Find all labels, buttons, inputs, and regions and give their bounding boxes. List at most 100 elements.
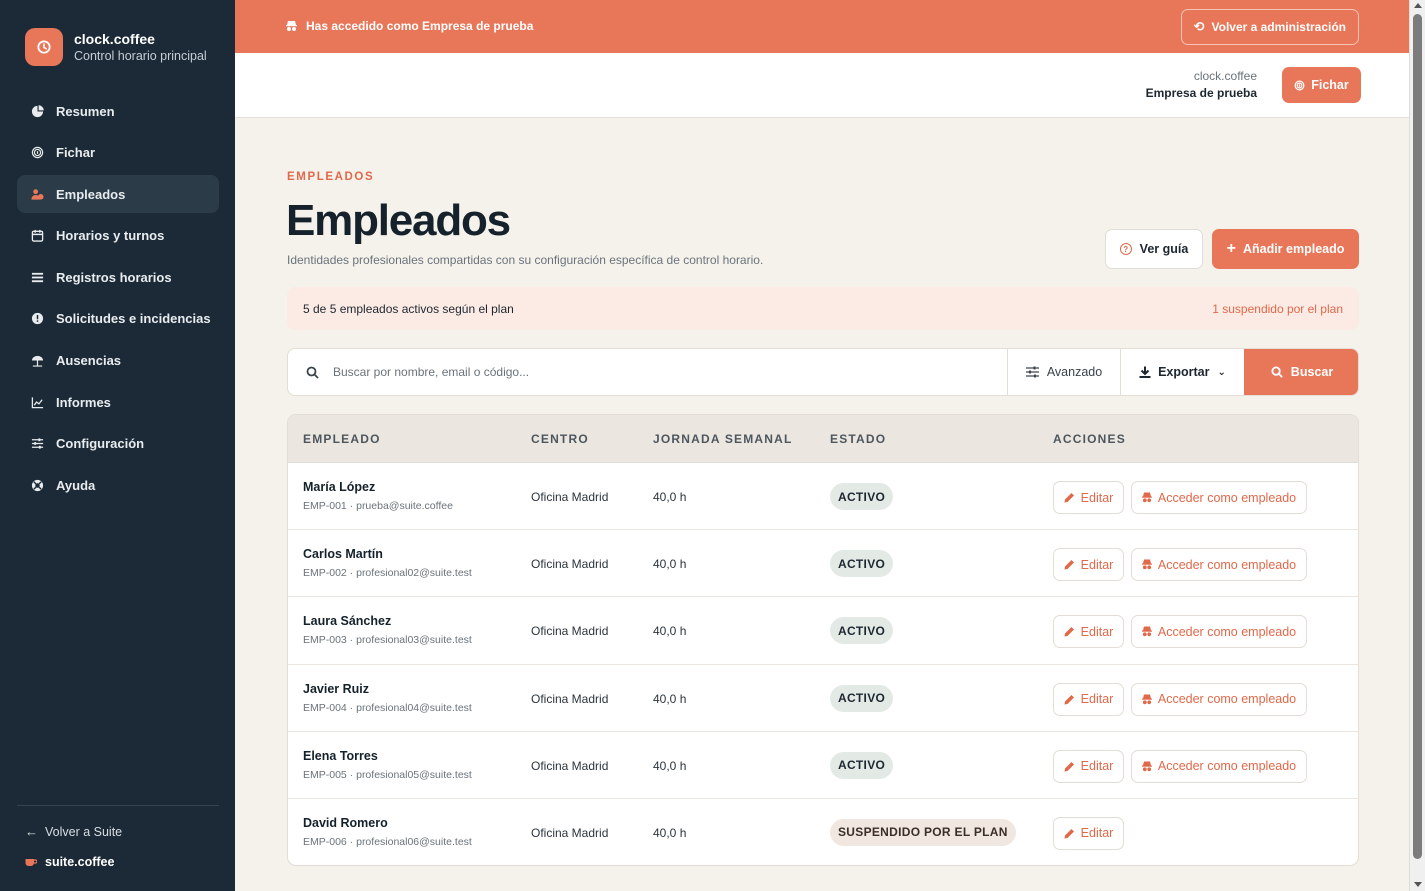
top-header: clock.coffee Empresa de prueba Fichar	[235, 53, 1409, 118]
chevron-down-icon: ⌄	[1217, 366, 1226, 378]
edit-button[interactable]: Editar	[1053, 481, 1124, 514]
suite-brand[interactable]: suite.coffee	[25, 855, 114, 869]
arrow-left-icon: ←	[25, 824, 38, 839]
add-employee-button[interactable]: + Añadir empleado	[1212, 229, 1359, 269]
sidebar-item-label: Configuración	[56, 436, 145, 452]
access-as-employee-button[interactable]: Acceder como empleado	[1131, 548, 1307, 582]
sidebar-item-ausencias[interactable]: Ausencias	[17, 342, 219, 380]
sidebar-nav: Resumen Fichar Empleados Horarios y turn…	[17, 92, 219, 508]
access-as-employee-button[interactable]: Acceder como empleado	[1131, 749, 1307, 783]
back-to-suite-link[interactable]: ← Volver a Suite	[25, 824, 122, 839]
status-badge: SUSPENDIDO POR EL PLAN	[830, 818, 1016, 846]
edit-label: Editar	[1080, 624, 1114, 639]
org-name: Empresa de prueba	[1145, 86, 1257, 100]
sidebar-item-empleados[interactable]: Empleados	[17, 175, 219, 214]
back-to-admin-label: Volver a administración	[1211, 20, 1347, 34]
employee-name[interactable]: Laura Sánchez	[303, 614, 391, 628]
brand[interactable]: clock.coffee Control horario principal	[25, 28, 207, 66]
advanced-filter-button[interactable]: Avanzado	[1007, 349, 1120, 395]
edit-label: Editar	[1080, 759, 1114, 774]
edit-button[interactable]: Editar	[1053, 682, 1124, 716]
download-icon	[1139, 366, 1151, 378]
edit-label: Editar	[1080, 826, 1114, 841]
table-row: María López EMP-001 · prueba@suite.coffee…	[288, 463, 1358, 531]
clock-logo-icon	[25, 28, 63, 66]
export-dropdown[interactable]: Exportar ⌄	[1120, 349, 1244, 395]
undo-icon: ⟲	[1193, 19, 1205, 34]
employee-weekly-hours: 40,0 h	[653, 557, 687, 572]
sidebar-item-label: Ausencias	[56, 353, 122, 369]
org-switcher[interactable]: clock.coffee Empresa de prueba	[1146, 69, 1257, 102]
edit-button[interactable]: Editar	[1053, 816, 1124, 850]
employee-center: Oficina Madrid	[531, 490, 609, 504]
umbrella-icon	[30, 353, 45, 368]
banner-text: Has accedido como Empresa de prueba	[306, 19, 534, 33]
employee-weekly-hours: 40,0 h	[653, 691, 687, 706]
view-guide-button[interactable]: ? Ver guía	[1105, 229, 1203, 269]
employee-name[interactable]: David Romero	[303, 816, 388, 830]
incognito-icon	[1141, 492, 1152, 503]
access-as-employee-button[interactable]: Acceder como empleado	[1131, 682, 1307, 716]
sidebar-divider	[17, 805, 219, 806]
plan-suspended-link[interactable]: 1 suspendido por el plan	[1212, 302, 1343, 316]
back-to-admin-button[interactable]: ⟲ Volver a administración	[1180, 9, 1359, 45]
access-as-employee-label: Acceder como empleado	[1157, 490, 1297, 505]
sidebar: clock.coffee Control horario principal R…	[0, 0, 235, 891]
sidebar-item-resumen[interactable]: Resumen	[17, 92, 219, 130]
pie-chart-icon	[30, 104, 45, 119]
incognito-icon	[286, 21, 297, 31]
employee-name[interactable]: Javier Ruiz	[303, 682, 369, 696]
access-as-employee-label: Acceder como empleado	[1157, 759, 1297, 774]
sidebar-item-informes[interactable]: Informes	[17, 383, 219, 421]
edit-button[interactable]: Editar	[1053, 548, 1124, 582]
sidebar-item-label: Ayuda	[56, 477, 96, 493]
search-icon	[306, 366, 319, 379]
sidebar-item-configuracion[interactable]: Configuración	[17, 425, 219, 463]
suite-brand-label: suite.coffee	[45, 855, 115, 869]
list-icon	[30, 270, 45, 285]
pencil-icon	[1064, 761, 1074, 772]
scroll-up-arrow-icon[interactable]	[1414, 3, 1422, 8]
edit-label: Editar	[1080, 692, 1114, 707]
table-row: Carlos Martín EMP-002 · profesional02@sui…	[288, 530, 1358, 598]
employee-name[interactable]: Elena Torres	[303, 749, 378, 763]
column-header-status: ESTADO	[830, 432, 887, 446]
help-icon: ?	[1119, 243, 1132, 255]
sidebar-item-label: Fichar	[56, 145, 96, 161]
employee-center: Oficina Madrid	[531, 624, 609, 639]
fichar-button[interactable]: Fichar	[1282, 67, 1361, 103]
employee-center: Oficina Madrid	[531, 557, 609, 572]
sidebar-item-horarios[interactable]: Horarios y turnos	[17, 217, 219, 255]
sidebar-item-fichar[interactable]: Fichar	[17, 134, 219, 172]
page-scrollbar[interactable]	[1409, 0, 1425, 891]
employee-name[interactable]: María López	[303, 480, 375, 494]
column-header-weekly-hours: JORNADA SEMANAL	[653, 432, 793, 446]
status-badge: ACTIVO	[830, 550, 894, 578]
access-as-employee-button[interactable]: Acceder como empleado	[1131, 615, 1307, 649]
incognito-icon	[1141, 761, 1152, 771]
sidebar-item-ayuda[interactable]: Ayuda	[17, 466, 219, 504]
edit-label: Editar	[1080, 490, 1114, 505]
scroll-down-arrow-icon[interactable]	[1414, 882, 1422, 887]
sidebar-item-registros[interactable]: Registros horarios	[17, 258, 219, 296]
fichar-label: Fichar	[1311, 78, 1349, 92]
sidebar-item-solicitudes[interactable]: Solicitudes e incidencias	[17, 300, 219, 338]
chart-icon	[30, 395, 45, 410]
table-row: Elena Torres EMP-005 · profesional05@suit…	[288, 732, 1358, 799]
search-icon	[1271, 366, 1283, 378]
brand-name: clock.coffee	[74, 30, 155, 47]
employee-weekly-hours: 40,0 h	[653, 624, 687, 639]
employee-name[interactable]: Carlos Martín	[303, 547, 383, 561]
scroll-thumb[interactable]	[1413, 14, 1422, 859]
edit-button[interactable]: Editar	[1053, 615, 1124, 649]
edit-button[interactable]: Editar	[1053, 749, 1124, 783]
access-as-employee-button[interactable]: Acceder como empleado	[1131, 481, 1307, 514]
search-input[interactable]	[333, 349, 1003, 395]
employee-code-email: EMP-005 · profesional05@suite.test	[303, 768, 472, 781]
column-header-employee: EMPLEADO	[303, 432, 381, 446]
employee-code-email: EMP-001 · prueba@suite.coffee	[303, 500, 453, 512]
employee-center: Oficina Madrid	[531, 825, 609, 840]
search-button[interactable]: Buscar	[1244, 349, 1358, 395]
access-as-employee-label: Acceder como empleado	[1157, 692, 1297, 707]
view-guide-label: Ver guía	[1139, 242, 1189, 256]
